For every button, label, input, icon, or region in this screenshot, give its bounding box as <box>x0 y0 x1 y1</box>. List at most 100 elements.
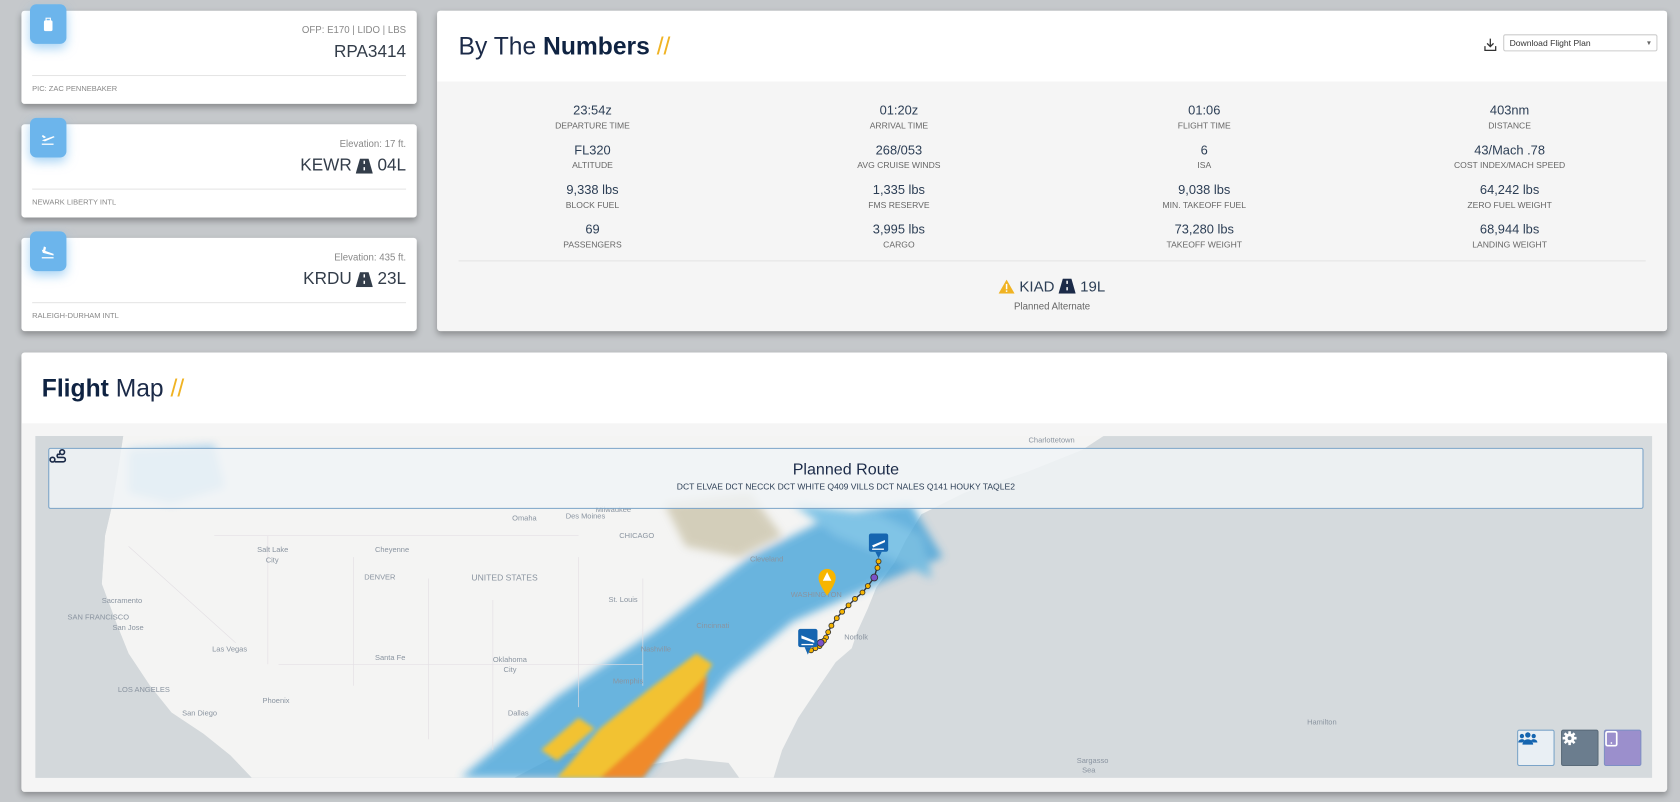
stat-label: ALTITUDE <box>572 160 613 171</box>
route-waypoint[interactable] <box>859 589 866 596</box>
airport-runway: KEWR 04L <box>300 156 406 175</box>
plane-arrival-icon <box>29 231 67 272</box>
stat-item: 9,338 lbs BLOCK FUEL <box>453 182 732 210</box>
map-label: SAN FRANCISCO <box>67 612 129 621</box>
map-label: Santa Fe <box>375 653 405 662</box>
route-waypoint[interactable] <box>852 596 858 602</box>
map-label: Memphis <box>613 677 644 686</box>
tablet-button[interactable] <box>1603 729 1642 767</box>
plane-departure-icon <box>29 117 67 158</box>
runway: 23L <box>377 269 407 289</box>
map-label: San Diego <box>182 709 217 718</box>
map-label: WASHINGTON <box>791 590 842 599</box>
stat-label: LANDING WEIGHT <box>1472 239 1547 250</box>
map-label: Oklahoma <box>493 655 528 664</box>
caret-down-icon: ▼ <box>1645 40 1653 48</box>
stat-value: 6 <box>1200 142 1208 158</box>
route-waypoint[interactable] <box>825 629 832 636</box>
stat-item: 01:06 FLIGHT TIME <box>1065 103 1344 131</box>
warning-icon <box>999 279 1016 294</box>
crew-button[interactable] <box>1517 729 1555 767</box>
stat-value: 68,944 lbs <box>1479 221 1540 237</box>
planned-route-box: Planned Route DCT ELVAE DCT NECCK DCT WH… <box>48 447 1644 509</box>
arrival-card: Elevation: 435 ft. KRDU 23L RALEIGH-DURHA… <box>21 231 417 332</box>
route-waypoint[interactable] <box>874 564 881 571</box>
stat-item: 69 PASSENGERS <box>453 222 732 250</box>
map-label: City <box>266 555 279 564</box>
stat-value: 64,242 lbs <box>1479 182 1540 198</box>
gear-icon <box>1562 731 1577 746</box>
map-label: Phoenix <box>262 696 289 705</box>
route-waypoint[interactable] <box>875 558 882 565</box>
route-waypoint[interactable] <box>839 608 846 615</box>
tablet-icon <box>1605 730 1618 747</box>
stat-label: COST INDEX/MACH SPEED <box>1453 160 1566 171</box>
stat-value: 01:06 <box>1188 102 1221 118</box>
stat-value: 403nm <box>1489 102 1530 118</box>
map-label: City <box>504 665 517 674</box>
runway-icon <box>1058 278 1076 294</box>
map-label: Sacramento <box>102 596 142 605</box>
route-waypoint[interactable] <box>845 602 852 609</box>
stat-item: 64,242 lbs ZERO FUEL WEIGHT <box>1370 182 1649 210</box>
map-label: Las Vegas <box>212 644 247 653</box>
stat-item: 73,280 lbs TAKEOFF WEIGHT <box>1065 222 1344 250</box>
map-label: CHICAGO <box>619 531 654 540</box>
route-waypoint[interactable] <box>828 622 835 629</box>
map-label: Cheyenne <box>375 545 409 554</box>
airport-code: KRDU <box>303 269 352 289</box>
map-label: Sea <box>1082 765 1096 774</box>
stat-value: 268/053 <box>875 142 923 158</box>
stat-item: 23:54z DEPARTURE TIME <box>453 103 732 131</box>
stat-label: ARRIVAL TIME <box>869 121 929 131</box>
panel-title: By The Numbers // <box>458 32 671 60</box>
alternate-label: Planned Alternate <box>1014 301 1091 312</box>
map-label: Nashville <box>641 644 671 653</box>
route-waypoint[interactable] <box>833 615 840 622</box>
divider <box>32 74 407 77</box>
map-label: Sargasso <box>1077 756 1109 765</box>
stat-label: CARGO <box>883 239 915 250</box>
stat-item: FL320 ALTITUDE <box>453 142 732 170</box>
stat-value: 9,038 lbs <box>1178 182 1231 198</box>
stat-value: 9,338 lbs <box>566 182 619 198</box>
stat-item: 6 ISA <box>1065 142 1344 170</box>
runway-icon <box>356 272 374 288</box>
divider <box>32 188 407 190</box>
stat-label: DEPARTURE TIME <box>555 121 630 131</box>
map-label: Dallas <box>508 709 529 718</box>
route-fix[interactable] <box>870 573 879 582</box>
stat-label: FLIGHT TIME <box>1177 121 1231 131</box>
download-icon[interactable] <box>1484 37 1497 51</box>
stat-label: ISA <box>1197 160 1212 171</box>
airport-code: KEWR <box>300 156 352 175</box>
stat-item: 403nm DISTANCE <box>1370 103 1649 131</box>
departure-card: Elevation: 17 ft. KEWR 04L NEWARK LIBERTY… <box>21 117 417 218</box>
stat-label: FMS RESERVE <box>868 200 930 210</box>
flight-number: RPA3414 <box>333 42 407 62</box>
airport-name: RALEIGH-DURHAM INTL <box>32 312 119 321</box>
panel-title: Flight Map // <box>41 373 185 402</box>
map-label: Hamilton <box>1307 717 1337 726</box>
map-canvas[interactable]: Charlottetown Milwaukee CHICAGO Omaha Des Mo… <box>35 436 1653 778</box>
map-label: Norfolk <box>844 633 868 642</box>
airport-runway: KRDU 23L <box>303 270 406 289</box>
download-flight-plan-select[interactable]: Download Flight Plan ▼ <box>1503 34 1658 52</box>
map-label: St. Louis <box>609 595 638 604</box>
users-icon <box>1518 732 1538 745</box>
airport-name: NEWARK LIBERTY INTL <box>32 199 117 207</box>
route-fix[interactable] <box>816 638 825 647</box>
stat-label: AVG CRUISE WINDS <box>857 160 941 171</box>
map-label: Cleveland <box>750 554 783 563</box>
stat-item: 3,995 lbs CARGO <box>760 222 1039 250</box>
alternate-airport: KIAD <box>1019 277 1055 295</box>
settings-button[interactable] <box>1561 729 1599 767</box>
elevation: Elevation: 435 ft. <box>334 251 407 263</box>
route-title: Planned Route <box>792 460 900 479</box>
route-waypoint[interactable] <box>864 583 871 589</box>
stat-item: 68,944 lbs LANDING WEIGHT <box>1370 222 1649 250</box>
stat-value: 43/Mach .78 <box>1474 142 1545 158</box>
stat-label: ZERO FUEL WEIGHT <box>1467 200 1552 210</box>
stat-value: 01:20z <box>879 102 919 118</box>
pic-name: PIC: ZAC PENNEBAKER <box>32 85 118 94</box>
